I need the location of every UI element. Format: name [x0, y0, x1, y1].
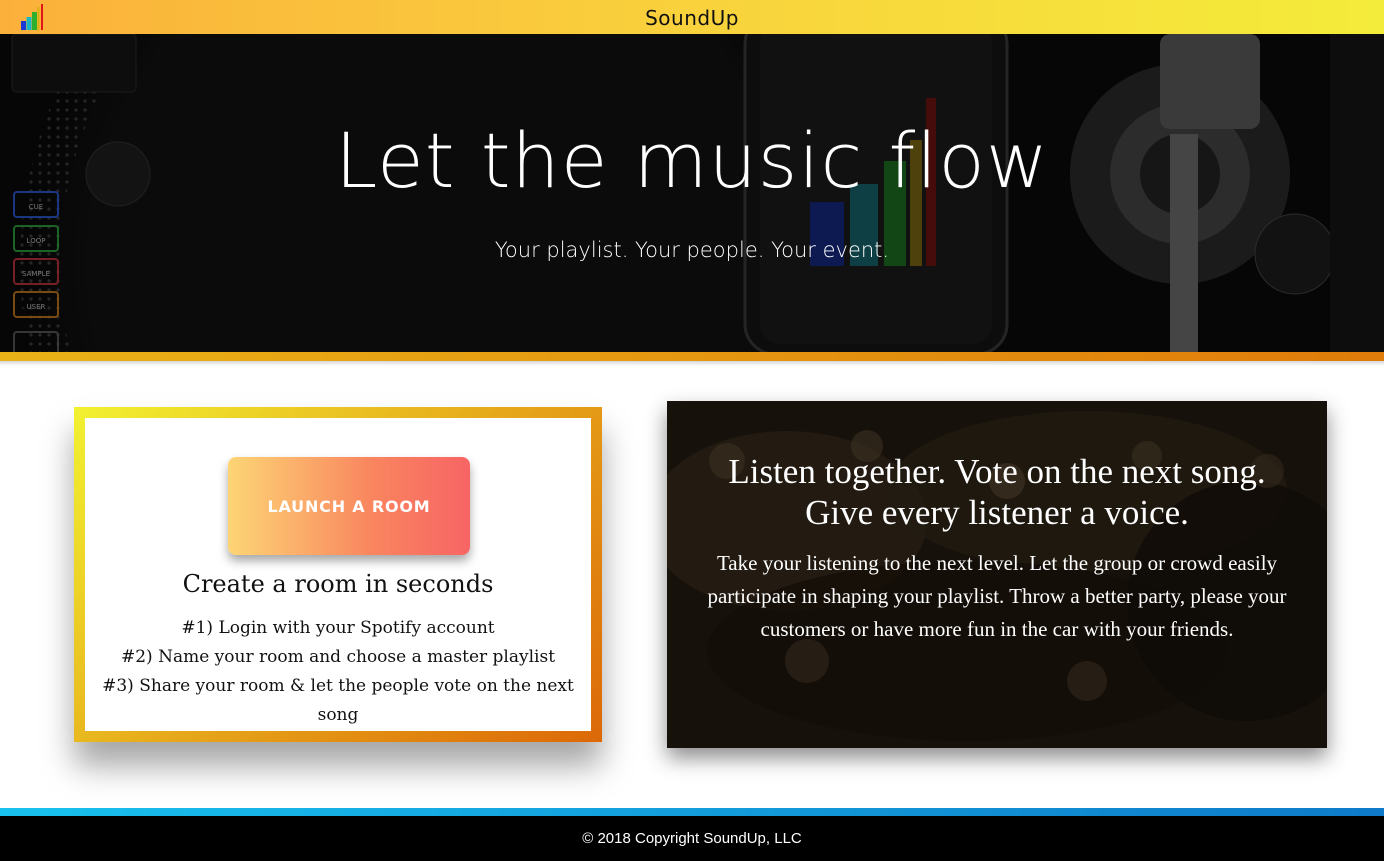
copyright-text: © 2018 Copyright SoundUp, LLC — [582, 830, 802, 847]
info-headline-line2: Give every listener a voice. — [805, 493, 1189, 532]
step-item: #2) Name your room and choose a master p… — [120, 647, 556, 667]
steps-list: #1) Login with your Spotify account #2) … — [85, 614, 591, 725]
step-item: #3) Share your room & let the people vot… — [102, 676, 574, 725]
hero-accent-stripe — [0, 352, 1384, 361]
create-room-heading: Create a room in seconds — [182, 570, 494, 598]
info-body-text: Take your listening to the next level. L… — [707, 551, 1287, 641]
hero-shadow — [0, 361, 1384, 366]
hero-subtitle: Your playlist. Your people. Your event. — [494, 238, 890, 262]
info-headline: Listen together. Vote on the next song. … — [667, 451, 1327, 533]
top-bar: SoundUp — [0, 0, 1384, 34]
launch-room-button[interactable]: LAUNCH A ROOM — [228, 457, 470, 555]
create-room-card-body: LAUNCH A ROOM Create a room in seconds #… — [85, 418, 591, 731]
footer-accent-stripe — [0, 808, 1384, 816]
hero-title: Let the music flow — [335, 116, 1049, 205]
hero-banner: CUE LOOP SAMPLE USER Let the music flow You… — [0, 34, 1384, 352]
turntable-pad-label: SAMPLE — [22, 270, 50, 278]
info-card: Listen together. Vote on the next song. … — [667, 401, 1327, 748]
step-item: #1) Login with your Spotify account — [181, 618, 495, 638]
footer: © 2018 Copyright SoundUp, LLC — [0, 816, 1384, 861]
turntable-pad-label: USER — [27, 303, 46, 311]
app-title[interactable]: SoundUp — [0, 6, 1384, 30]
create-room-card: LAUNCH A ROOM Create a room in seconds #… — [74, 407, 602, 742]
info-headline-line1: Listen together. Vote on the next song. — [728, 452, 1266, 491]
